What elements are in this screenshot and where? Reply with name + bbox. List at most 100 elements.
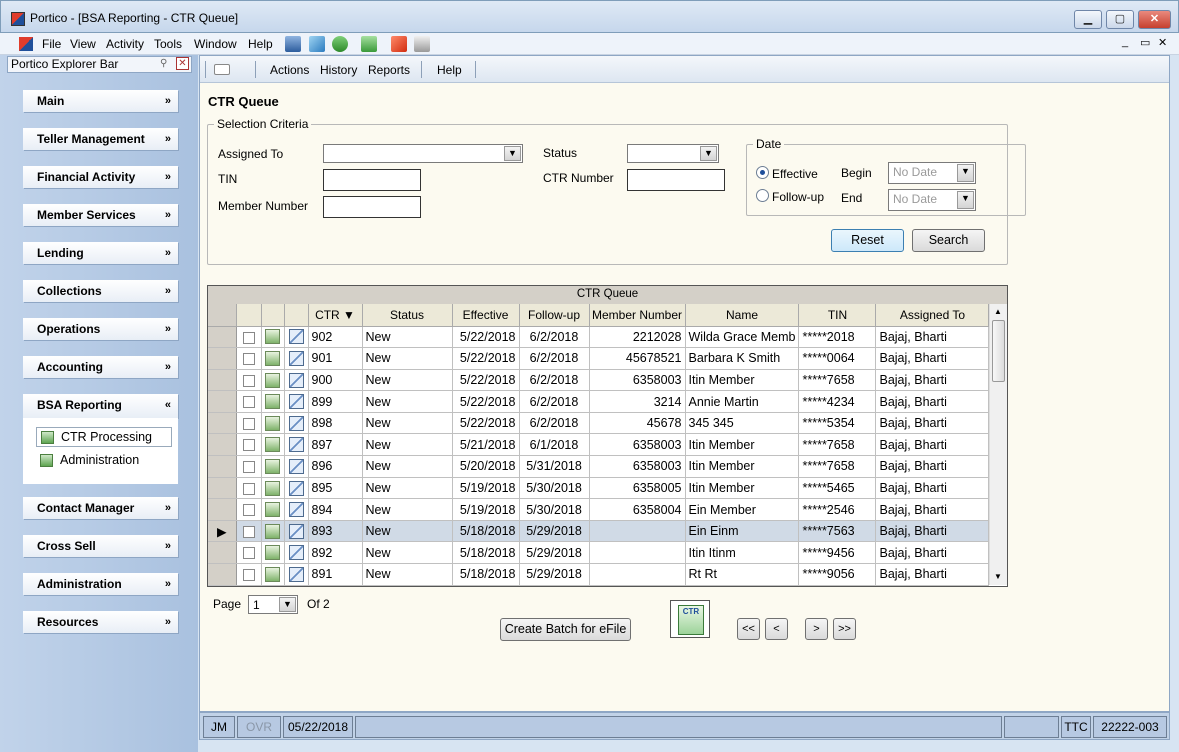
menu-window[interactable]: Window xyxy=(194,37,237,51)
edit-icon[interactable] xyxy=(288,523,304,539)
row-checkbox[interactable] xyxy=(242,439,255,452)
col-header-ctr[interactable]: CTR ▼ xyxy=(308,304,363,327)
table-row[interactable]: 897 New 5/21/2018 6/1/2018 6358003 Itin Membe… xyxy=(208,433,990,457)
row-checkbox[interactable] xyxy=(242,482,255,495)
edit-icon[interactable] xyxy=(288,480,304,496)
edit-icon[interactable] xyxy=(288,415,304,431)
report-icon[interactable] xyxy=(265,545,280,561)
table-row[interactable]: ▶ 893 New 5/18/2018 5/29/2018 Ein Einm *****75… xyxy=(208,520,990,543)
row-checkbox-cell[interactable] xyxy=(236,412,262,435)
row-checkbox[interactable] xyxy=(242,417,255,430)
report-icon[interactable] xyxy=(265,350,280,366)
nav-item-administration[interactable]: Administration xyxy=(36,451,172,471)
scroll-up-icon[interactable]: ▲ xyxy=(994,307,1002,316)
col-header-status[interactable]: Status xyxy=(362,304,453,327)
assigned-to-select[interactable]: ▼ xyxy=(323,144,523,163)
row-details-cell[interactable] xyxy=(261,326,285,349)
nav-section-operations[interactable]: Operations » xyxy=(23,318,178,340)
row-header[interactable] xyxy=(208,477,237,500)
nav-section-contact-manager[interactable]: Contact Manager » xyxy=(23,497,178,519)
nav-section-member-services[interactable]: Member Services » xyxy=(23,204,178,226)
nav-section-lending[interactable]: Lending » xyxy=(23,242,178,264)
page-select[interactable]: 1 ▼ xyxy=(248,595,298,614)
row-details-cell[interactable] xyxy=(261,433,285,457)
row-edit-cell[interactable] xyxy=(284,347,309,370)
scrollbar-thumb[interactable] xyxy=(992,320,1005,382)
row-checkbox[interactable] xyxy=(242,525,255,538)
close-window-button[interactable]: ✕ xyxy=(1138,10,1171,29)
edit-icon[interactable] xyxy=(288,394,304,410)
col-header-effective[interactable]: Effective xyxy=(452,304,520,327)
col-header-tin[interactable]: TIN xyxy=(798,304,877,327)
col-header-assigned-to[interactable]: Assigned To xyxy=(875,304,990,327)
menu-file[interactable]: File xyxy=(42,37,61,51)
row-header[interactable] xyxy=(208,369,237,392)
row-header[interactable] xyxy=(208,541,237,565)
ctr-efile-icon[interactable]: CTR xyxy=(670,600,710,638)
last-page-button[interactable]: >> xyxy=(833,618,856,640)
row-checkbox-cell[interactable] xyxy=(236,347,262,370)
report-icon[interactable] xyxy=(265,437,280,453)
row-header[interactable] xyxy=(208,347,237,370)
mdi-minimize-button[interactable]: _ xyxy=(1122,36,1128,48)
explorer-close-icon[interactable]: ✕ xyxy=(176,57,189,70)
redo-arrow-icon[interactable] xyxy=(391,36,407,52)
row-header[interactable] xyxy=(208,433,237,457)
ctr-number-field[interactable] xyxy=(627,169,725,191)
table-row[interactable]: 902 New 5/22/2018 6/2/2018 2212028 Wilda Grac… xyxy=(208,326,990,349)
nav-item-ctr-processing[interactable]: CTR Processing xyxy=(36,427,172,447)
status-select[interactable]: ▼ xyxy=(627,144,719,163)
col-header-member-number[interactable]: Member Number xyxy=(589,304,686,327)
portico-menu-icon[interactable] xyxy=(19,37,33,51)
row-details-cell[interactable] xyxy=(261,520,285,543)
member-number-field[interactable] xyxy=(323,196,421,218)
row-edit-cell[interactable] xyxy=(284,520,309,543)
row-header[interactable] xyxy=(208,390,237,413)
mdi-close-button[interactable]: ✕ xyxy=(1158,36,1167,49)
row-edit-cell[interactable] xyxy=(284,326,309,349)
row-checkbox[interactable] xyxy=(242,461,255,474)
deposit-toolbar-icon[interactable] xyxy=(309,36,325,52)
report-icon[interactable] xyxy=(265,415,280,431)
row-edit-cell[interactable] xyxy=(284,390,309,413)
first-page-button[interactable]: << xyxy=(737,618,760,640)
submenu-reports[interactable]: Reports xyxy=(368,63,410,77)
tin-field[interactable] xyxy=(323,169,421,191)
nav-section-financial-activity[interactable]: Financial Activity » xyxy=(23,166,178,188)
cash-toolbar-icon[interactable] xyxy=(361,36,377,52)
table-row[interactable]: 894 New 5/19/2018 5/30/2018 6358004 Ein Membe… xyxy=(208,498,990,521)
create-batch-button[interactable]: Create Batch for eFile xyxy=(500,618,631,641)
row-details-cell[interactable] xyxy=(261,477,285,500)
row-details-cell[interactable] xyxy=(261,347,285,370)
row-edit-cell[interactable] xyxy=(284,433,309,457)
grid-scrollbar[interactable]: ▲ ▼ xyxy=(989,304,1007,585)
nav-section-collections[interactable]: Collections » xyxy=(23,280,178,302)
col-header-name[interactable]: Name xyxy=(685,304,800,327)
nav-section-main[interactable]: Main » xyxy=(23,90,178,112)
nav-section-resources[interactable]: Resources » xyxy=(23,611,178,633)
row-checkbox[interactable] xyxy=(242,504,255,517)
edit-icon[interactable] xyxy=(288,502,304,518)
row-details-cell[interactable] xyxy=(261,369,285,392)
row-checkbox-cell[interactable] xyxy=(236,369,262,392)
row-checkbox-cell[interactable] xyxy=(236,541,262,565)
row-edit-cell[interactable] xyxy=(284,563,309,586)
row-edit-cell[interactable] xyxy=(284,455,309,478)
row-edit-cell[interactable] xyxy=(284,369,309,392)
row-details-cell[interactable] xyxy=(261,412,285,435)
row-checkbox-cell[interactable] xyxy=(236,563,262,586)
nav-section-administration[interactable]: Administration » xyxy=(23,573,178,595)
dollar-toolbar-icon[interactable] xyxy=(332,36,348,52)
row-details-cell[interactable] xyxy=(261,498,285,521)
row-checkbox-cell[interactable] xyxy=(236,520,262,543)
table-row[interactable]: 895 New 5/19/2018 5/30/2018 6358005 Itin Memb… xyxy=(208,477,990,500)
row-edit-cell[interactable] xyxy=(284,412,309,435)
table-row[interactable]: 892 New 5/18/2018 5/29/2018 Itin Itinm *****9… xyxy=(208,541,990,565)
row-checkbox-cell[interactable] xyxy=(236,433,262,457)
row-checkbox-cell[interactable] xyxy=(236,477,262,500)
maximize-button[interactable]: ▢ xyxy=(1106,10,1134,29)
row-details-cell[interactable] xyxy=(261,541,285,565)
nav-section-bsa-reporting[interactable]: BSA Reporting « xyxy=(23,394,178,418)
edit-icon[interactable] xyxy=(288,329,304,345)
report-icon[interactable] xyxy=(265,458,280,474)
